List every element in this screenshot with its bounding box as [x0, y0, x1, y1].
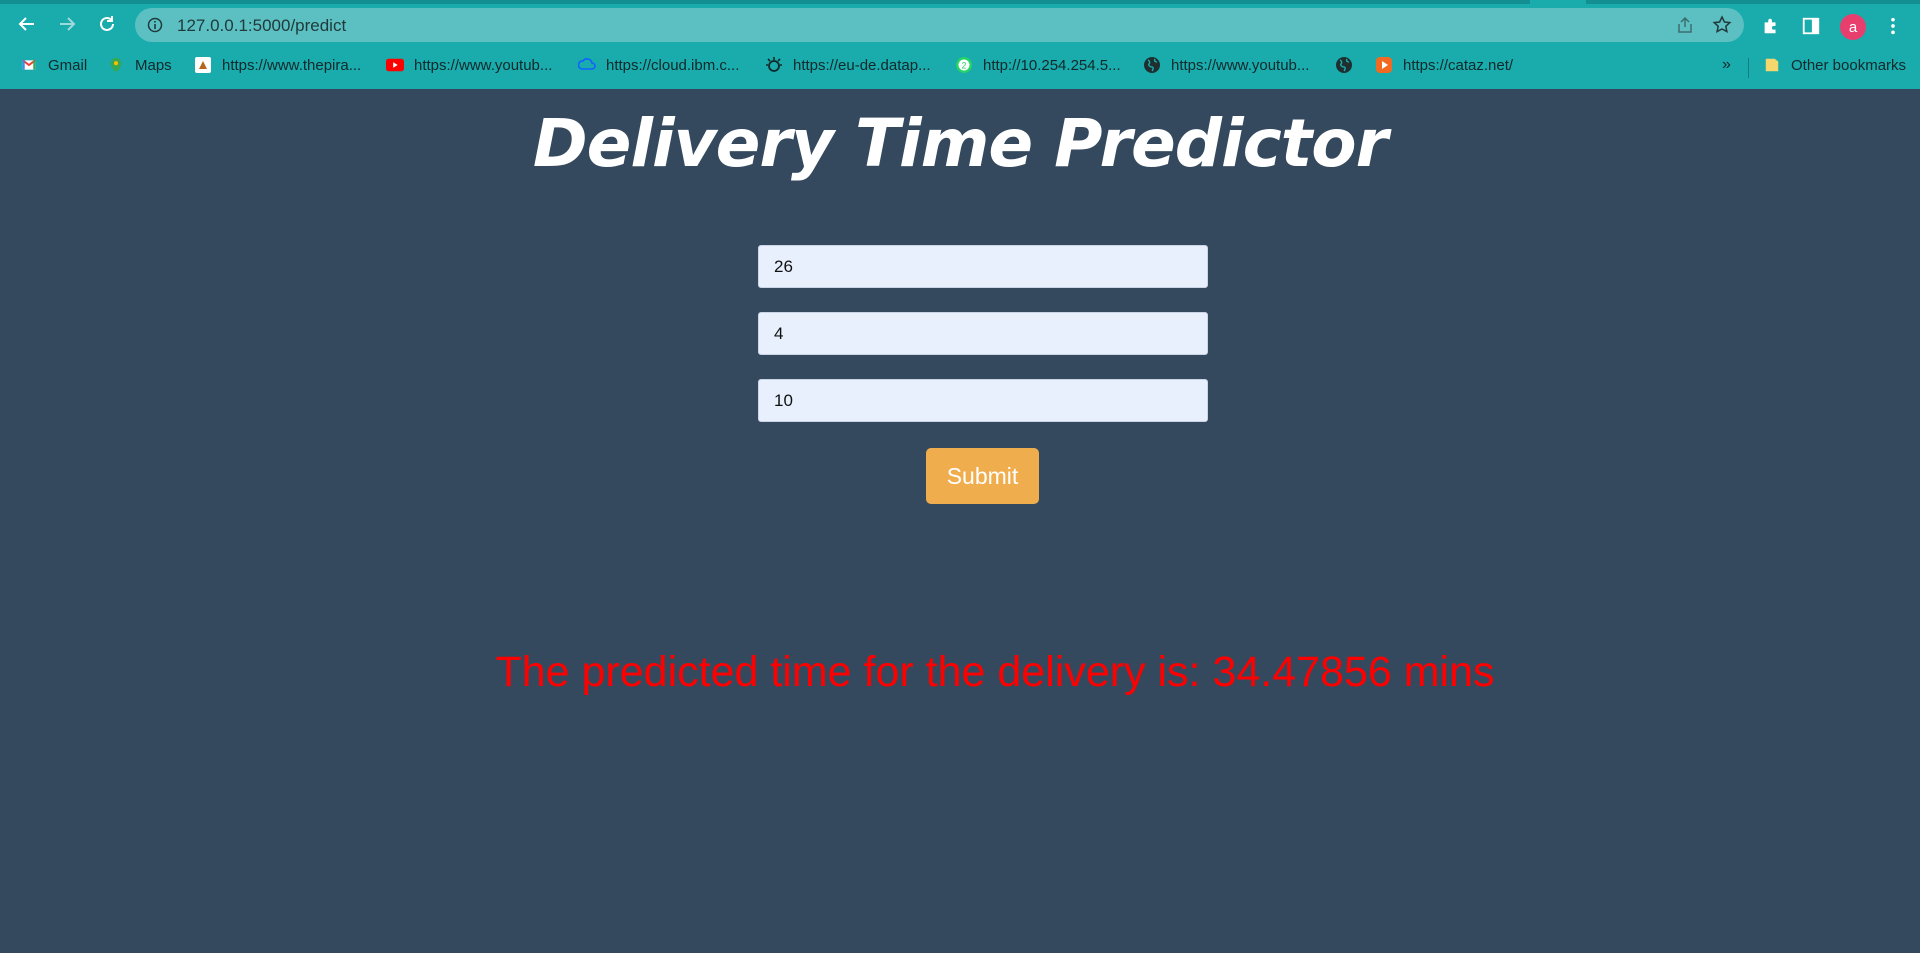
- puzzle-icon: [1764, 18, 1776, 34]
- bookmark-local-ip[interactable]: 2 http://10.254.254.5...: [955, 54, 1121, 76]
- svg-text:2: 2: [961, 61, 966, 71]
- site-icon: [194, 56, 212, 74]
- maps-icon: [107, 56, 125, 74]
- address-url[interactable]: 127.0.0.1:5000/predict: [177, 16, 346, 36]
- bookmark-label: https://www.thepira...: [222, 56, 362, 74]
- browser-chrome: 127.0.0.1:5000/predict a Gmail Maps http…: [0, 0, 1920, 89]
- submit-button[interactable]: Submit: [926, 448, 1039, 504]
- bookmark-label: https://eu-de.datap...: [793, 56, 931, 74]
- arrow-left-icon: [18, 17, 34, 31]
- bookmark-eu-de-datap[interactable]: https://eu-de.datap...: [765, 54, 931, 76]
- bookmark-ibm-cloud[interactable]: https://cloud.ibm.c...: [578, 54, 739, 76]
- globe-icon: [1143, 56, 1161, 74]
- info-icon[interactable]: [147, 17, 163, 33]
- browser-menu-button[interactable]: [1882, 15, 1904, 37]
- play-icon: [1375, 56, 1393, 74]
- bookmark-globe[interactable]: [1335, 54, 1363, 76]
- profile-avatar[interactable]: a: [1840, 14, 1866, 40]
- gmail-icon: [20, 56, 38, 74]
- arrow-right-icon: [60, 17, 76, 31]
- other-bookmarks[interactable]: Other bookmarks: [1763, 54, 1906, 76]
- ibm-cloud-icon: [578, 56, 596, 74]
- input-field-1[interactable]: [758, 245, 1208, 288]
- bookmark-youtube-2[interactable]: https://www.youtub...: [1143, 54, 1309, 76]
- bookmarks-divider: [1748, 58, 1749, 78]
- globe-icon: [1335, 56, 1353, 74]
- share-icon[interactable]: [1676, 16, 1694, 34]
- page-title: Delivery Time Predictor: [532, 105, 1388, 182]
- reload-icon: [100, 16, 114, 31]
- bookmark-youtube-1[interactable]: https://www.youtub...: [386, 54, 552, 76]
- bookmarks-overflow-button[interactable]: »: [1722, 56, 1731, 74]
- bookmarks-bar: Gmail Maps https://www.thepira... https:…: [0, 50, 1920, 82]
- bookmark-label: https://cloud.ibm.c...: [606, 56, 740, 74]
- bookmark-thepira[interactable]: https://www.thepira...: [194, 54, 361, 76]
- watson-icon: [765, 56, 783, 74]
- side-panel-button[interactable]: [1800, 15, 1822, 37]
- bookmark-label: http://10.254.254.5...: [983, 56, 1121, 74]
- folder-icon: [1763, 56, 1781, 74]
- bookmark-label: https://www.youtub...: [414, 56, 553, 74]
- extensions-button[interactable]: [1760, 15, 1782, 37]
- input-field-2[interactable]: [758, 312, 1208, 355]
- back-button[interactable]: [13, 10, 41, 38]
- bookmark-label: https://cataz.net/: [1403, 56, 1514, 74]
- bookmark-label: Maps: [135, 56, 172, 74]
- bookmark-maps[interactable]: Maps: [107, 54, 172, 76]
- prediction-result: The predicted time for the delivery is: …: [495, 648, 1495, 696]
- bookmark-cataz[interactable]: https://cataz.net/: [1375, 54, 1513, 76]
- reload-button[interactable]: [93, 10, 121, 38]
- bookmark-label: https://www.youtub...: [1171, 56, 1310, 74]
- address-bar[interactable]: 127.0.0.1:5000/predict: [135, 8, 1744, 42]
- forward-button[interactable]: [53, 10, 81, 38]
- more-vertical-icon: [1891, 17, 1895, 35]
- input-field-3[interactable]: [758, 379, 1208, 422]
- bookmark-gmail[interactable]: Gmail: [20, 54, 87, 76]
- side-panel-icon: [1802, 17, 1820, 35]
- bookmark-label: Gmail: [48, 56, 88, 74]
- browser-toolbar: 127.0.0.1:5000/predict a: [0, 4, 1920, 46]
- whatsapp-icon: 2: [955, 56, 973, 74]
- other-bookmarks-label: Other bookmarks: [1791, 56, 1907, 74]
- star-icon[interactable]: [1712, 15, 1732, 35]
- youtube-icon: [386, 56, 404, 74]
